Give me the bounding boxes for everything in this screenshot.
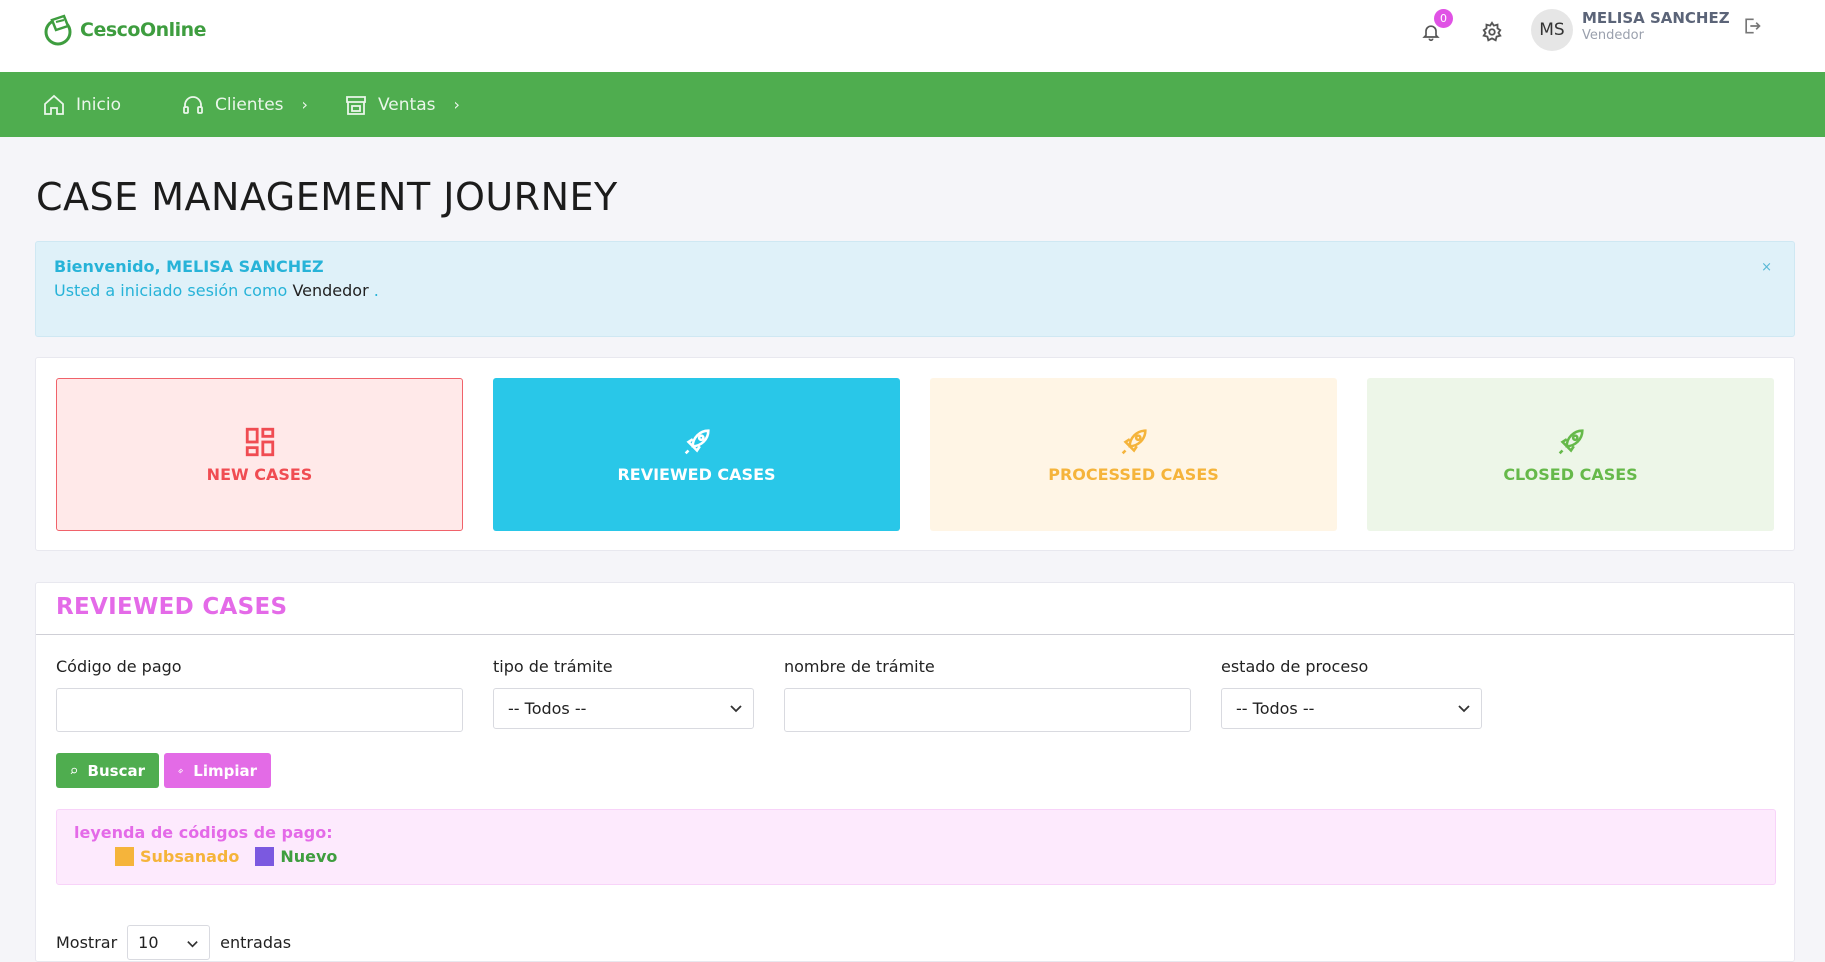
rocket-icon — [1558, 429, 1584, 455]
show-label: Mostrar — [56, 933, 118, 952]
alert-title: Bienvenido, MELISA SANCHEZ — [54, 257, 324, 276]
nav-label-ventas: Ventas — [378, 94, 436, 115]
headset-icon — [183, 95, 203, 114]
section-header: REVIEWED CASES — [36, 583, 1794, 635]
gear-icon — [1482, 21, 1502, 42]
estado-proceso-select[interactable]: -- Todos -- — [1221, 688, 1482, 729]
nav-label-inicio: Inicio — [76, 94, 121, 115]
user-name: MELISA SANCHEZ — [1582, 9, 1730, 27]
dashboard-icon — [245, 427, 274, 457]
nav-item-ventas[interactable]: Ventas › — [344, 72, 460, 137]
payment-code-legend: leyenda de códigos de pago: Subsanado Nu… — [56, 809, 1776, 885]
avatar[interactable]: MS — [1531, 9, 1573, 51]
search-button-label: Buscar — [87, 761, 145, 780]
reviewed-cases-label: REVIEWED CASES — [617, 465, 776, 484]
case-cards-panel: NEW CASES REVIEWED CASES PROCESSED CASES — [35, 357, 1795, 551]
reviewed-cases-card[interactable]: REVIEWED CASES — [493, 378, 900, 531]
codigo-pago-input[interactable] — [56, 688, 463, 732]
legend-items: Subsanado Nuevo — [115, 847, 337, 866]
legend-swatch-nuevo — [255, 847, 275, 866]
alert-body: Usted a iniciado sesión como Vendedor . — [54, 281, 379, 300]
processed-cases-label: PROCESSED CASES — [1048, 465, 1219, 484]
legend-swatch-subsanado — [115, 847, 134, 866]
close-icon[interactable]: × — [1761, 260, 1772, 275]
closed-cases-card[interactable]: CLOSED CASES — [1367, 378, 1774, 531]
chevron-down-icon — [730, 705, 742, 713]
search-button[interactable]: Buscar — [56, 753, 159, 788]
logout-button[interactable] — [1742, 16, 1768, 42]
entries-label: entradas — [220, 933, 292, 952]
codigo-pago-label: Código de pago — [56, 657, 182, 676]
top-header: CescoOnline 0 MS MELISA SANCHEZ Vendedor — [0, 0, 1825, 72]
nombre-tramite-label: nombre de trámite — [784, 657, 935, 676]
tipo-tramite-select[interactable]: -- Todos -- — [493, 688, 754, 729]
chevron-down-icon — [187, 941, 198, 948]
search-icon — [70, 767, 78, 774]
closed-cases-label: CLOSED CASES — [1503, 465, 1638, 484]
main-navbar: Inicio Clientes › Ventas › — [0, 72, 1825, 137]
rocket-icon — [684, 429, 710, 455]
clear-button-label: Limpiar — [193, 761, 257, 780]
store-icon — [346, 95, 366, 115]
nav-item-inicio[interactable]: Inicio — [42, 72, 121, 137]
page-length-select[interactable]: 10 — [127, 925, 211, 960]
legend-label-nuevo: Nuevo — [280, 847, 338, 866]
notification-badge: 0 — [1434, 9, 1453, 28]
nav-item-clientes[interactable]: Clientes › — [181, 72, 308, 137]
chevron-right-icon: › — [453, 95, 460, 114]
app-logo[interactable]: CescoOnline — [42, 12, 207, 48]
chevron-right-icon: › — [301, 95, 308, 114]
new-cases-card[interactable]: NEW CASES — [56, 378, 463, 531]
processed-cases-card[interactable]: PROCESSED CASES — [930, 378, 1337, 531]
estado-proceso-value: -- Todos -- — [1236, 699, 1315, 718]
tipo-tramite-label: tipo de trámite — [493, 657, 613, 676]
section-title: REVIEWED CASES — [56, 594, 288, 620]
settings-button[interactable] — [1478, 18, 1506, 46]
home-icon — [44, 94, 64, 115]
nav-label-clientes: Clientes — [215, 94, 284, 115]
clear-button[interactable]: Limpiar — [164, 753, 271, 788]
logo-icon — [44, 14, 72, 46]
alert-body-suffix: . — [373, 281, 379, 300]
page-length-value: 10 — [138, 933, 159, 952]
tipo-tramite-value: -- Todos -- — [508, 699, 587, 718]
page-length-control: Mostrar 10 entradas — [56, 925, 291, 960]
nombre-tramite-input[interactable] — [784, 688, 1191, 732]
estado-proceso-label: estado de proceso — [1221, 657, 1369, 676]
user-role: Vendedor — [1582, 28, 1644, 43]
alert-body-prefix: Usted a iniciado sesión como — [54, 281, 288, 300]
logout-icon — [1745, 18, 1761, 34]
logo-text: CescoOnline — [80, 19, 207, 41]
eraser-icon — [178, 768, 184, 773]
chevron-down-icon — [1458, 705, 1470, 713]
welcome-alert: Bienvenido, MELISA SANCHEZ Usted a inici… — [35, 241, 1795, 337]
legend-label-subsanado: Subsanado — [140, 847, 240, 866]
alert-body-role: Vendedor — [292, 281, 369, 300]
new-cases-label: NEW CASES — [206, 465, 313, 484]
page-title: CASE MANAGEMENT JOURNEY — [36, 175, 618, 219]
legend-title: leyenda de códigos de pago: — [74, 823, 333, 842]
rocket-icon — [1121, 429, 1147, 455]
reviewed-cases-section: REVIEWED CASES Código de pago tipo de tr… — [35, 582, 1795, 962]
